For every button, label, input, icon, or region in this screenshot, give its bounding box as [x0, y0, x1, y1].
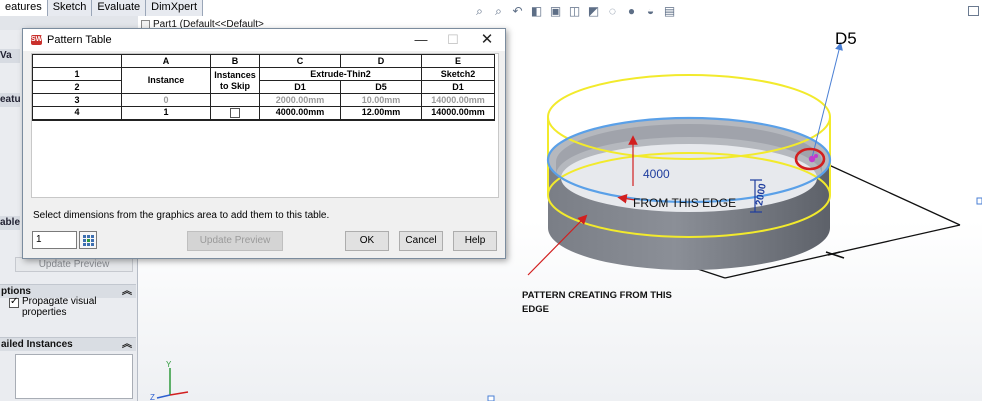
dimension-header-c: D1	[259, 80, 341, 94]
hint-text: Select dimensions from the graphics area…	[33, 210, 330, 221]
svg-text:Z: Z	[150, 393, 155, 401]
dynamic-annotation-icon[interactable]: ▣	[548, 4, 563, 19]
app-icon: SW	[31, 35, 43, 45]
skip-cell	[210, 93, 260, 107]
value-cell[interactable]: 12.00mm	[340, 106, 422, 121]
row-number[interactable]: 1	[32, 67, 122, 81]
panel-fragment-va: Va	[0, 49, 20, 63]
dimension-header-e: D1	[421, 80, 495, 94]
panel-fragment-table: able	[0, 216, 20, 230]
sketch-dimension-marks	[825, 251, 845, 259]
instances-header-label: ailed Instances	[1, 339, 73, 350]
skip-header: Instances to Skip	[210, 67, 260, 94]
heads-up-toolbar: ⌕ ⌕ ↶ ◧ ▣ ◫ ◩ ◌ ● ◒ ▤	[472, 2, 732, 20]
dialog-title-bar[interactable]: SW Pattern Table — ☐ ✕	[23, 29, 505, 51]
dialog-title: Pattern Table	[47, 34, 112, 46]
zoom-to-fit-icon[interactable]: ⌕	[472, 4, 487, 19]
column-header-row: A B C D E	[32, 54, 495, 68]
pattern-table: A B C D E 1 Instance Instances to Skip E…	[32, 54, 495, 121]
scene-icon[interactable]: ◒	[643, 4, 658, 19]
tab-evaluate[interactable]: Evaluate	[92, 0, 147, 16]
view-triad: Y Z	[150, 360, 189, 401]
instance-cell: 0	[121, 93, 211, 107]
table-grid-button[interactable]	[79, 231, 97, 249]
value-cell: 10.00mm	[340, 93, 422, 107]
close-icon[interactable]: ✕	[472, 31, 502, 49]
row-number[interactable]: 4	[32, 106, 122, 121]
column-d-header[interactable]: D	[340, 54, 422, 68]
ok-button[interactable]: OK	[345, 231, 389, 251]
panel-fragment-features: eatur	[0, 93, 20, 107]
table-row: 3 0 2000.00mm 10.00mm 14000.00mm	[32, 93, 495, 107]
maximize-icon[interactable]: ☐	[438, 31, 468, 49]
viewport-handle-bottom[interactable]	[487, 395, 495, 401]
svg-text:Y: Y	[166, 360, 172, 369]
zoom-area-icon[interactable]: ⌕	[491, 4, 506, 19]
grid-icon	[83, 235, 94, 246]
tab-sketch[interactable]: Sketch	[47, 0, 93, 16]
update-preview-button[interactable]: Update Preview	[187, 231, 283, 251]
appearance-icon[interactable]: ●	[624, 4, 639, 19]
from-edge-label: FROM THIS EDGE	[633, 196, 736, 210]
collapse-chevron-icon[interactable]: ︽	[122, 338, 132, 351]
value-cell: 14000.00mm	[421, 93, 495, 107]
previous-view-icon[interactable]: ↶	[510, 4, 525, 19]
column-e-header[interactable]: E	[421, 54, 495, 68]
skip-instance-checkbox[interactable]	[230, 107, 240, 118]
display-style-icon[interactable]: ◩	[586, 4, 601, 19]
instance-header: Instance	[121, 67, 211, 94]
instance-count-input[interactable]: 1	[32, 231, 77, 249]
table-row: 1 Instance Instances to Skip Extrude-Thi…	[32, 67, 495, 94]
table-row: 4 1 4000.00mm 12.00mm 14000.00mm	[32, 106, 495, 121]
cylinder-body[interactable]	[548, 118, 830, 270]
window-restore-icon[interactable]	[968, 6, 979, 16]
propagate-label: Propagate visual properties	[22, 296, 97, 318]
row-number[interactable]: 3	[32, 93, 122, 107]
help-button[interactable]: Help	[453, 231, 497, 251]
column-b-header[interactable]: B	[210, 54, 260, 68]
value-cell[interactable]: 4000.00mm	[259, 106, 341, 121]
dim-4000-label: 4000	[643, 167, 670, 181]
instances-list[interactable]	[15, 354, 133, 399]
column-a-header[interactable]: A	[121, 54, 211, 68]
d5-leader	[811, 42, 843, 159]
dimension-header-d: D5	[340, 80, 422, 94]
corner-cell	[32, 54, 122, 68]
tab-dimxpert[interactable]: DimXpert	[146, 0, 203, 16]
row-number[interactable]: 2	[32, 80, 122, 94]
skip-cell[interactable]	[210, 106, 260, 121]
propagate-checkbox[interactable]	[9, 296, 19, 308]
options-section: Propagate visual properties	[4, 296, 134, 326]
section-view-icon[interactable]: ◧	[529, 4, 544, 19]
value-cell[interactable]: 14000.00mm	[421, 106, 495, 121]
column-c-header[interactable]: C	[259, 54, 341, 68]
pattern-note-line1: PATTERN CREATING FROM THIS	[522, 290, 672, 301]
panel-update-preview-button[interactable]: Update Preview	[15, 257, 133, 272]
hide-show-icon[interactable]: ◌	[605, 4, 620, 19]
d5-label: D5	[835, 29, 857, 48]
sketch-header: Sketch2	[421, 67, 495, 81]
tab-features[interactable]: eatures	[0, 0, 48, 16]
table-row: 2 D1 D5 D1	[32, 80, 495, 94]
minimize-icon[interactable]: —	[406, 31, 436, 49]
pattern-table-dialog: SW Pattern Table — ☐ ✕ A B C D E 1 Insta…	[22, 28, 506, 259]
instance-cell: 1	[121, 106, 211, 121]
command-manager-tabs: eatures Sketch Evaluate DimXpert	[0, 0, 203, 16]
instances-section-header[interactable]: ailed Instances ︽	[0, 337, 136, 351]
value-cell: 2000.00mm	[259, 93, 341, 107]
viewport-handle-right[interactable]	[976, 197, 982, 205]
pattern-table-area[interactable]: A B C D E 1 Instance Instances to Skip E…	[31, 53, 499, 198]
pattern-note-line2: EDGE	[522, 304, 549, 315]
feature-header: Extrude-Thin2	[259, 67, 422, 81]
view-orientation-icon[interactable]: ◫	[567, 4, 582, 19]
cancel-button[interactable]: Cancel	[399, 231, 443, 251]
view-settings-icon[interactable]: ▤	[662, 4, 677, 19]
